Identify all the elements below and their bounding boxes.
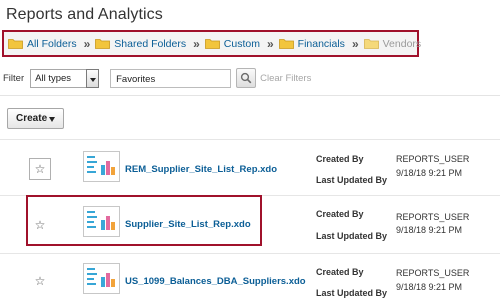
chevron-down-icon[interactable]: [86, 68, 100, 88]
clear-filters-link[interactable]: Clear Filters: [260, 73, 311, 84]
created-by-value: REPORTS_USER: [396, 212, 470, 222]
search-icon: [241, 72, 252, 84]
create-button[interactable]: Create: [7, 108, 64, 129]
breadcrumb-custom[interactable]: Custom: [204, 37, 260, 50]
created-by-value: REPORTS_USER: [396, 154, 470, 164]
report-link[interactable]: US_1099_Balances_DBA_Suppliers.xdo: [125, 276, 306, 287]
create-button-label: Create: [16, 113, 48, 124]
breadcrumb-label: Vendors: [382, 37, 422, 50]
breadcrumb-label: All Folders: [27, 37, 77, 50]
report-link[interactable]: Supplier_Site_List_Rep.xdo: [125, 219, 251, 230]
updated-value: 9/18/18 9:21 PM: [396, 168, 463, 178]
report-icon: [83, 206, 120, 237]
breadcrumb-separator: »: [266, 36, 274, 51]
row-divider: [0, 253, 500, 254]
folder-icon: [363, 38, 379, 49]
last-updated-label: Last Updated By: [316, 288, 388, 298]
breadcrumb-shared-folders[interactable]: Shared Folders: [95, 38, 186, 50]
updated-value: 9/18/18 9:21 PM: [396, 225, 463, 235]
created-by-label: Created By: [316, 154, 364, 164]
breadcrumb-separator: »: [193, 36, 200, 51]
page-title: Reports and Analytics: [6, 6, 163, 23]
report-icon: [83, 151, 120, 182]
created-by-label: Created By: [316, 267, 364, 277]
updated-value: 9/18/18 9:21 PM: [396, 282, 463, 292]
filter-bar: Filter All types Clear Filters: [3, 68, 311, 88]
divider: [0, 95, 500, 96]
folder-icon: [278, 38, 294, 49]
favorite-star-icon[interactable]: ☆: [29, 158, 51, 180]
type-select[interactable]: All types: [30, 68, 100, 88]
created-by-label: Created By: [316, 209, 364, 219]
report-link[interactable]: REM_Supplier_Site_List_Rep.xdo: [125, 164, 277, 175]
breadcrumb-separator: »: [351, 36, 359, 51]
breadcrumb-vendors: Vendors: [363, 37, 422, 50]
last-updated-label: Last Updated By: [316, 175, 388, 185]
row-divider: [0, 139, 500, 140]
breadcrumb: All Folders » Shared Folders » Custom » …: [2, 30, 422, 57]
report-icon: [83, 263, 120, 294]
folder-icon: [8, 38, 23, 49]
search-button[interactable]: [236, 68, 257, 88]
type-select-value: All types: [35, 72, 72, 84]
breadcrumb-label: Financials: [297, 37, 345, 50]
favorite-star-icon[interactable]: ☆: [29, 270, 51, 292]
breadcrumb-all-folders[interactable]: All Folders: [8, 38, 77, 50]
caret-down-icon: [49, 117, 55, 122]
folder-icon: [204, 38, 220, 49]
breadcrumb-label: Custom: [223, 37, 260, 50]
breadcrumb-label: Shared Folders: [114, 37, 187, 50]
created-by-value: REPORTS_USER: [396, 268, 470, 278]
filter-label: Filter: [3, 72, 25, 84]
breadcrumb-financials[interactable]: Financials: [278, 37, 345, 50]
search-input[interactable]: [110, 68, 232, 88]
last-updated-label: Last Updated By: [316, 231, 388, 241]
breadcrumb-separator: »: [83, 36, 91, 51]
folder-icon: [95, 38, 111, 49]
favorite-star-icon[interactable]: ☆: [29, 214, 51, 236]
